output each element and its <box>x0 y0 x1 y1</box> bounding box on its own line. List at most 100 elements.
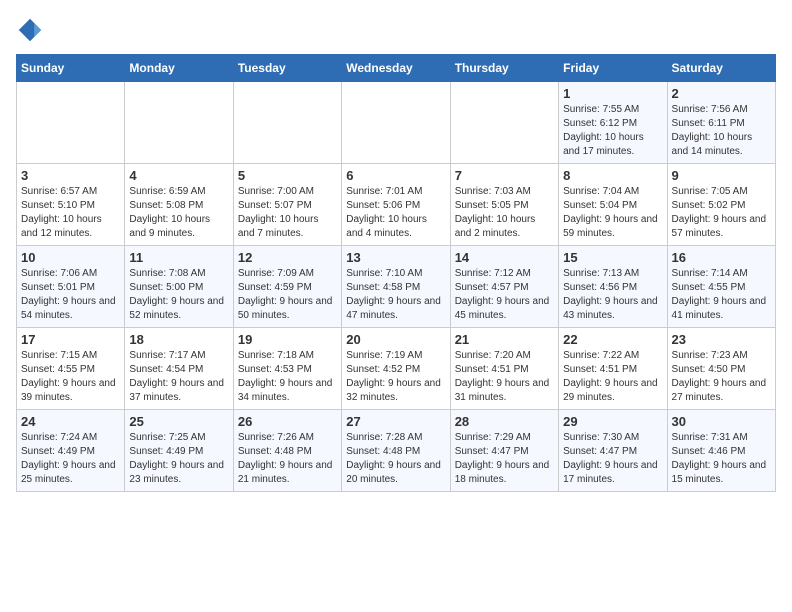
calendar-cell: 10 Sunrise: 7:06 AM Sunset: 5:01 PM Dayli… <box>17 246 125 328</box>
calendar-week-row: 1 Sunrise: 7:55 AM Sunset: 6:12 PM Daylig… <box>17 82 776 164</box>
calendar-header-saturday: Saturday <box>667 55 775 82</box>
day-number: 14 <box>455 250 554 265</box>
day-number: 19 <box>238 332 337 347</box>
day-info: Sunrise: 7:01 AM Sunset: 5:06 PM Dayligh… <box>346 185 445 241</box>
day-info: Sunrise: 7:12 AM Sunset: 4:57 PM Dayligh… <box>455 267 554 323</box>
day-number: 11 <box>129 250 228 265</box>
calendar-header-friday: Friday <box>559 55 667 82</box>
day-number: 15 <box>563 250 662 265</box>
day-number: 7 <box>455 168 554 183</box>
day-info: Sunrise: 7:25 AM Sunset: 4:49 PM Dayligh… <box>129 431 228 487</box>
day-info: Sunrise: 7:28 AM Sunset: 4:48 PM Dayligh… <box>346 431 445 487</box>
day-info: Sunrise: 7:13 AM Sunset: 4:56 PM Dayligh… <box>563 267 662 323</box>
day-info: Sunrise: 7:14 AM Sunset: 4:55 PM Dayligh… <box>672 267 771 323</box>
day-number: 5 <box>238 168 337 183</box>
day-info: Sunrise: 6:59 AM Sunset: 5:08 PM Dayligh… <box>129 185 228 241</box>
calendar-cell: 1 Sunrise: 7:55 AM Sunset: 6:12 PM Daylig… <box>559 82 667 164</box>
calendar-header-monday: Monday <box>125 55 233 82</box>
calendar-cell: 28 Sunrise: 7:29 AM Sunset: 4:47 PM Dayli… <box>450 410 558 492</box>
day-number: 1 <box>563 86 662 101</box>
calendar-header-sunday: Sunday <box>17 55 125 82</box>
calendar-cell: 9 Sunrise: 7:05 AM Sunset: 5:02 PM Daylig… <box>667 164 775 246</box>
day-info: Sunrise: 7:06 AM Sunset: 5:01 PM Dayligh… <box>21 267 120 323</box>
day-info: Sunrise: 7:00 AM Sunset: 5:07 PM Dayligh… <box>238 185 337 241</box>
logo-icon <box>16 16 44 44</box>
day-number: 28 <box>455 414 554 429</box>
calendar-cell: 29 Sunrise: 7:30 AM Sunset: 4:47 PM Dayli… <box>559 410 667 492</box>
day-info: Sunrise: 7:56 AM Sunset: 6:11 PM Dayligh… <box>672 103 771 159</box>
day-info: Sunrise: 7:17 AM Sunset: 4:54 PM Dayligh… <box>129 349 228 405</box>
day-info: Sunrise: 7:09 AM Sunset: 4:59 PM Dayligh… <box>238 267 337 323</box>
header <box>16 16 776 44</box>
day-info: Sunrise: 7:19 AM Sunset: 4:52 PM Dayligh… <box>346 349 445 405</box>
calendar-cell: 19 Sunrise: 7:18 AM Sunset: 4:53 PM Dayli… <box>233 328 341 410</box>
calendar: SundayMondayTuesdayWednesdayThursdayFrid… <box>16 54 776 492</box>
calendar-cell: 11 Sunrise: 7:08 AM Sunset: 5:00 PM Dayli… <box>125 246 233 328</box>
day-info: Sunrise: 7:05 AM Sunset: 5:02 PM Dayligh… <box>672 185 771 241</box>
calendar-cell: 16 Sunrise: 7:14 AM Sunset: 4:55 PM Dayli… <box>667 246 775 328</box>
day-number: 3 <box>21 168 120 183</box>
calendar-cell: 18 Sunrise: 7:17 AM Sunset: 4:54 PM Dayli… <box>125 328 233 410</box>
calendar-cell: 17Sunrise: 7:15 AM Sunset: 4:55 PM Dayli… <box>17 328 125 410</box>
calendar-cell: 26 Sunrise: 7:26 AM Sunset: 4:48 PM Dayli… <box>233 410 341 492</box>
day-info: Sunrise: 7:15 AM Sunset: 4:55 PM Dayligh… <box>21 349 120 405</box>
calendar-cell <box>342 82 450 164</box>
day-number: 20 <box>346 332 445 347</box>
calendar-cell: 25 Sunrise: 7:25 AM Sunset: 4:49 PM Dayli… <box>125 410 233 492</box>
day-number: 26 <box>238 414 337 429</box>
calendar-week-row: 3 Sunrise: 6:57 AM Sunset: 5:10 PM Daylig… <box>17 164 776 246</box>
day-number: 24 <box>21 414 120 429</box>
day-number: 18 <box>129 332 228 347</box>
calendar-week-row: 10 Sunrise: 7:06 AM Sunset: 5:01 PM Dayli… <box>17 246 776 328</box>
calendar-header-tuesday: Tuesday <box>233 55 341 82</box>
calendar-cell: 3 Sunrise: 6:57 AM Sunset: 5:10 PM Daylig… <box>17 164 125 246</box>
day-info: Sunrise: 7:22 AM Sunset: 4:51 PM Dayligh… <box>563 349 662 405</box>
calendar-cell <box>233 82 341 164</box>
day-number: 9 <box>672 168 771 183</box>
logo <box>16 16 48 44</box>
calendar-cell: 27Sunrise: 7:28 AM Sunset: 4:48 PM Dayli… <box>342 410 450 492</box>
day-info: Sunrise: 7:26 AM Sunset: 4:48 PM Dayligh… <box>238 431 337 487</box>
day-number: 25 <box>129 414 228 429</box>
day-number: 23 <box>672 332 771 347</box>
day-info: Sunrise: 7:18 AM Sunset: 4:53 PM Dayligh… <box>238 349 337 405</box>
day-number: 29 <box>563 414 662 429</box>
calendar-cell: 7 Sunrise: 7:03 AM Sunset: 5:05 PM Daylig… <box>450 164 558 246</box>
calendar-cell: 12Sunrise: 7:09 AM Sunset: 4:59 PM Dayli… <box>233 246 341 328</box>
day-number: 21 <box>455 332 554 347</box>
calendar-cell: 20 Sunrise: 7:19 AM Sunset: 4:52 PM Dayli… <box>342 328 450 410</box>
day-info: Sunrise: 7:03 AM Sunset: 5:05 PM Dayligh… <box>455 185 554 241</box>
day-number: 30 <box>672 414 771 429</box>
calendar-cell: 30 Sunrise: 7:31 AM Sunset: 4:46 PM Dayli… <box>667 410 775 492</box>
day-number: 16 <box>672 250 771 265</box>
day-info: Sunrise: 7:55 AM Sunset: 6:12 PM Dayligh… <box>563 103 662 159</box>
calendar-cell <box>450 82 558 164</box>
calendar-cell: 6Sunrise: 7:01 AM Sunset: 5:06 PM Daylig… <box>342 164 450 246</box>
day-info: Sunrise: 6:57 AM Sunset: 5:10 PM Dayligh… <box>21 185 120 241</box>
calendar-cell <box>17 82 125 164</box>
day-info: Sunrise: 7:31 AM Sunset: 4:46 PM Dayligh… <box>672 431 771 487</box>
day-number: 10 <box>21 250 120 265</box>
calendar-cell: 5 Sunrise: 7:00 AM Sunset: 5:07 PM Daylig… <box>233 164 341 246</box>
calendar-cell: 22 Sunrise: 7:22 AM Sunset: 4:51 PM Dayli… <box>559 328 667 410</box>
day-info: Sunrise: 7:30 AM Sunset: 4:47 PM Dayligh… <box>563 431 662 487</box>
calendar-cell: 4Sunrise: 6:59 AM Sunset: 5:08 PM Daylig… <box>125 164 233 246</box>
calendar-cell: 21 Sunrise: 7:20 AM Sunset: 4:51 PM Dayli… <box>450 328 558 410</box>
day-number: 13 <box>346 250 445 265</box>
day-info: Sunrise: 7:10 AM Sunset: 4:58 PM Dayligh… <box>346 267 445 323</box>
day-info: Sunrise: 7:08 AM Sunset: 5:00 PM Dayligh… <box>129 267 228 323</box>
calendar-cell: 15 Sunrise: 7:13 AM Sunset: 4:56 PM Dayli… <box>559 246 667 328</box>
calendar-cell: 8Sunrise: 7:04 AM Sunset: 5:04 PM Daylig… <box>559 164 667 246</box>
calendar-cell: 14 Sunrise: 7:12 AM Sunset: 4:57 PM Dayli… <box>450 246 558 328</box>
day-info: Sunrise: 7:24 AM Sunset: 4:49 PM Dayligh… <box>21 431 120 487</box>
day-info: Sunrise: 7:20 AM Sunset: 4:51 PM Dayligh… <box>455 349 554 405</box>
calendar-cell: 23Sunrise: 7:23 AM Sunset: 4:50 PM Dayli… <box>667 328 775 410</box>
day-number: 22 <box>563 332 662 347</box>
calendar-cell: 13 Sunrise: 7:10 AM Sunset: 4:58 PM Dayli… <box>342 246 450 328</box>
calendar-week-row: 24 Sunrise: 7:24 AM Sunset: 4:49 PM Dayli… <box>17 410 776 492</box>
day-number: 2 <box>672 86 771 101</box>
calendar-header-wednesday: Wednesday <box>342 55 450 82</box>
calendar-cell: 24 Sunrise: 7:24 AM Sunset: 4:49 PM Dayli… <box>17 410 125 492</box>
calendar-header-thursday: Thursday <box>450 55 558 82</box>
day-info: Sunrise: 7:29 AM Sunset: 4:47 PM Dayligh… <box>455 431 554 487</box>
